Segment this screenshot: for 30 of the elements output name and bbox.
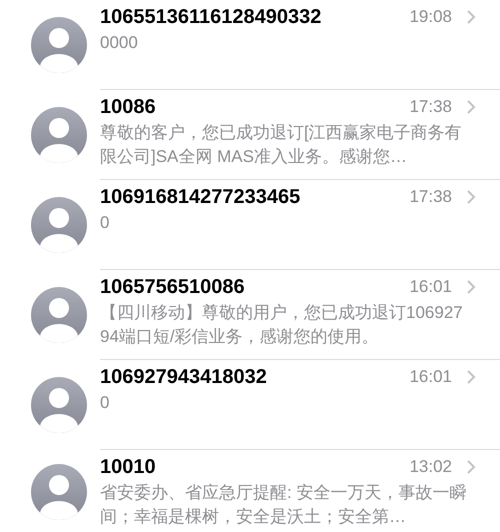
message-time: 16:01 [409,366,452,388]
avatar-icon [31,377,87,433]
message-preview: 0000 [100,32,139,54]
chevron-icon [466,279,476,295]
message-time: 19:08 [409,6,452,28]
message-time: 16:01 [409,276,452,298]
message-time: 13:02 [409,456,452,478]
chevron-icon [466,9,476,25]
avatar-icon [31,197,87,253]
sender-name: 10655136116128490332 [100,5,322,30]
message-time: 17:38 [409,96,452,118]
message-preview: 尊敬的客户，您已成功退订[江西赢家电子商务有限公司]SA全网 MAS准入业务。感谢您… [100,122,463,168]
avatar-icon [31,17,87,73]
sender-name: 10086 [100,95,156,120]
message-time: 17:38 [409,186,452,208]
chevron-icon [466,369,476,385]
avatar-icon [31,107,87,163]
message-preview: 0 [100,392,110,414]
message-preview: 省安委办、省应急厅提醒: 安全一万天，事故一瞬间；幸福是棵树，安全是沃土；安全第… [100,482,468,528]
sender-name: 106927943418032 [100,365,267,390]
sender-name: 106916814277233465 [100,185,300,210]
sender-name: 10010 [100,455,156,480]
chevron-icon [466,459,476,475]
chevron-icon [466,189,476,205]
chevron-icon [466,99,476,115]
sender-name: 1065756510086 [100,275,245,300]
message-preview: 0 [100,212,110,234]
avatar-icon [31,287,87,343]
avatar-icon [31,464,87,520]
message-preview: 【四川移动】尊敬的用户，您已成功退订10692794端口短/彩信业务，感谢您的使用。 [100,302,464,348]
